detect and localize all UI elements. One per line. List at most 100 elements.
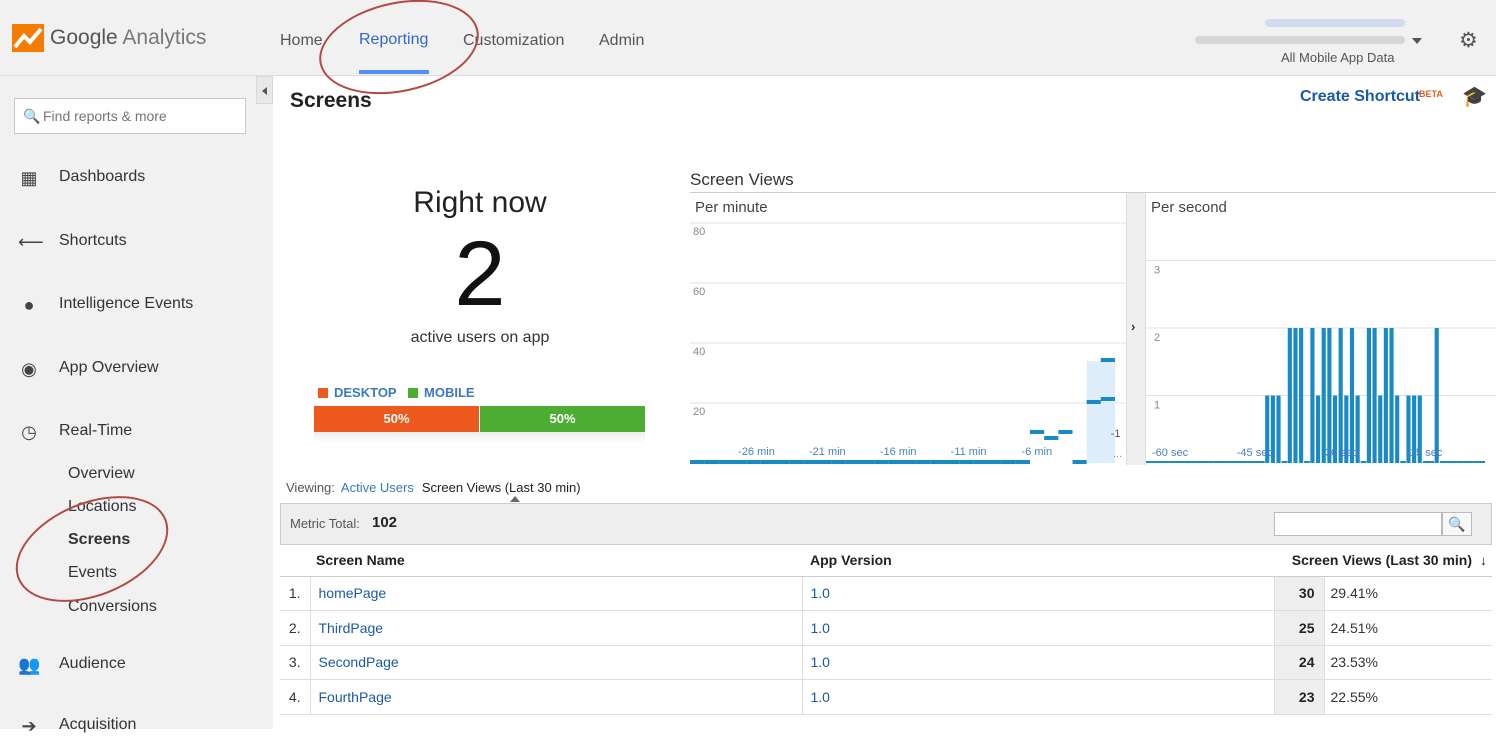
bar-per-second xyxy=(1310,328,1315,463)
bar-per-minute xyxy=(888,460,903,464)
bar-per-minute xyxy=(845,460,860,464)
bar-per-second xyxy=(1383,328,1388,463)
gear-icon[interactable]: ⚙ xyxy=(1459,28,1478,53)
bar-per-minute xyxy=(760,460,775,464)
bar-per-second xyxy=(1439,461,1446,463)
table-search-input[interactable] xyxy=(1274,512,1442,536)
nav-home[interactable]: Home xyxy=(280,32,323,50)
bar-per-second xyxy=(1146,461,1152,463)
bar-per-second xyxy=(1434,328,1439,463)
col-screen-views[interactable]: Screen Views (Last 30 min) ↓ xyxy=(1274,545,1492,577)
per-minute-chart: 20 40 60 80 -26 min -21 min -16 min -11 min -6 m… xyxy=(690,222,1127,464)
metric-total-value: 102 xyxy=(372,514,398,531)
find-reports-search[interactable]: 🔍 xyxy=(14,98,246,134)
analytics-logo-icon[interactable] xyxy=(12,24,44,52)
account-dropdown-icon[interactable] xyxy=(1412,38,1422,44)
bar-per-second xyxy=(1316,395,1321,463)
academy-graduation-cap-icon[interactable]: 🎓 xyxy=(1462,84,1487,109)
bar-per-minute xyxy=(930,460,945,464)
bar-per-second xyxy=(1191,461,1197,463)
bar-per-second xyxy=(1162,461,1169,463)
bar-per-minute xyxy=(987,460,1002,464)
screen-views-value: 24 xyxy=(1274,645,1325,680)
search-input[interactable] xyxy=(43,108,238,124)
table-header-row: Screen Name App Version Screen Views (La… xyxy=(280,545,1492,577)
x-tick-label: -21 min xyxy=(809,446,846,458)
y-tick-label: 2 xyxy=(1154,332,1160,344)
sidebar-item-label: App Overview xyxy=(59,359,159,376)
sidebar-item-dashboards[interactable]: ▦ Dashboards xyxy=(18,168,145,189)
x-tick-ellipsis: ... xyxy=(1113,448,1122,460)
app-version-link[interactable]: 1.0 xyxy=(802,679,1275,715)
row-index: 3. xyxy=(280,645,311,680)
legend-mobile-label: MOBILE xyxy=(424,385,475,400)
viewing-caret-icon xyxy=(510,496,520,502)
live-region xyxy=(1086,361,1115,463)
bar-per-second xyxy=(1185,461,1192,463)
account-view-name[interactable]: All Mobile App Data xyxy=(1281,50,1394,65)
app-version-link[interactable]: 1.0 xyxy=(802,645,1275,680)
y-tick-label: 80 xyxy=(693,226,705,238)
viewing-label: Viewing: xyxy=(286,480,335,495)
col-app-version[interactable]: App Version xyxy=(802,545,1274,577)
create-shortcut-link[interactable]: Create Shortcut xyxy=(1300,88,1420,106)
app-version-link[interactable]: 1.0 xyxy=(802,610,1275,646)
x-tick-label: -45 sec xyxy=(1237,447,1274,459)
legend-mobile-swatch xyxy=(408,388,418,398)
sort-descending-icon: ↓ xyxy=(1480,552,1487,568)
bar-per-second xyxy=(1366,328,1371,463)
sidebar-item-real-time[interactable]: ◷ Real-Time xyxy=(18,422,132,443)
screen-name-link[interactable]: FourthPage xyxy=(310,679,803,715)
logo-text[interactable]: Google Analytics xyxy=(50,26,206,50)
viewing-current: Screen Views (Last 30 min) xyxy=(421,480,581,495)
beta-badge: BETA xyxy=(1419,89,1443,99)
screen-views-value: 25 xyxy=(1274,610,1325,646)
screen-name-link[interactable]: SecondPage xyxy=(310,645,803,680)
row-index: 1. xyxy=(280,576,311,611)
bar-per-second xyxy=(1276,395,1281,463)
col-screen-name[interactable]: Screen Name xyxy=(280,545,802,577)
metric-total-bar: Metric Total: 102 🔍 xyxy=(280,503,1492,545)
bar-per-second xyxy=(1230,461,1237,463)
bar-per-minute xyxy=(874,460,889,464)
sidebar-item-audience[interactable]: 👥 Audience xyxy=(18,655,126,676)
col-screen-views-label: Screen Views (Last 30 min) xyxy=(1291,552,1472,569)
bar-per-second xyxy=(1321,328,1326,463)
row-index: 2. xyxy=(280,610,311,646)
x-tick-label: -11 min xyxy=(951,446,987,458)
screen-views-percent: 23.53% xyxy=(1324,645,1492,680)
bar-per-second xyxy=(1253,461,1259,463)
bar-per-second xyxy=(1174,461,1180,463)
sidebar-item-label: Dashboards xyxy=(59,168,146,185)
sidebar-item-acquisition[interactable]: ➔ Acquisition xyxy=(18,716,136,737)
arrow-right-icon: ➔ xyxy=(21,716,37,736)
app-version-link[interactable]: 1.0 xyxy=(802,576,1275,611)
sidebar-item-intelligence-events[interactable]: ● Intelligence Events xyxy=(18,295,194,316)
account-property-blurred[interactable] xyxy=(1195,36,1405,44)
viewing-active-users-link[interactable]: Active Users xyxy=(341,480,414,495)
table-search-button[interactable]: 🔍 xyxy=(1442,512,1472,536)
legend-desktop-swatch xyxy=(318,388,328,398)
sidebar-sub-overview[interactable]: Overview xyxy=(68,465,135,483)
logo-analytics: Analytics xyxy=(122,26,207,49)
bar-per-second xyxy=(1213,461,1220,463)
bar-per-second xyxy=(1456,461,1463,463)
bar-per-second xyxy=(1468,461,1474,463)
nav-admin[interactable]: Admin xyxy=(599,32,644,50)
account-email-blurred[interactable] xyxy=(1265,19,1405,27)
expand-chart-arrow[interactable]: › xyxy=(1127,193,1145,465)
screen-name-link[interactable]: homePage xyxy=(310,576,803,611)
bar-per-second xyxy=(1445,461,1452,463)
x-tick-label: -1 xyxy=(1111,428,1121,440)
bar-per-second xyxy=(1259,461,1265,463)
sidebar-item-app-overview[interactable]: ◉ App Overview xyxy=(18,359,158,380)
bar-per-second xyxy=(1168,461,1175,463)
bar-per-minute xyxy=(789,460,804,464)
mobile-share-bar: 50% xyxy=(480,406,645,432)
bar-per-second xyxy=(1473,461,1480,463)
screen-name-link[interactable]: ThirdPage xyxy=(310,610,803,646)
collapse-sidebar-button[interactable] xyxy=(256,76,273,104)
bar-per-second xyxy=(1462,461,1469,463)
sidebar-item-shortcuts[interactable]: ⟵ Shortcuts xyxy=(18,232,127,253)
screens-table: Screen Name App Version Screen Views (La… xyxy=(280,545,1492,715)
